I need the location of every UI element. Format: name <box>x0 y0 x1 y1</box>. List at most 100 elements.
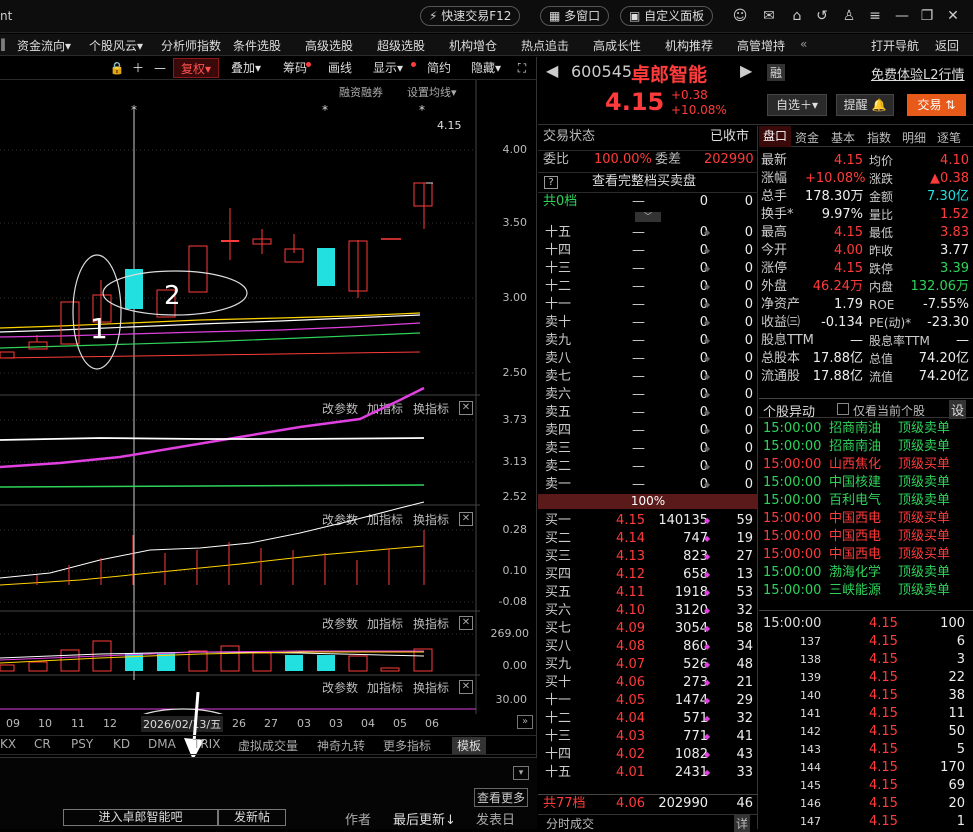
menu-more-icon[interactable]: « <box>800 37 807 51</box>
tab-cr[interactable]: CR <box>34 737 51 751</box>
buy-level-row[interactable]: 十二 4.04 571 ◆ 32 <box>538 710 758 728</box>
scroll-right-icon[interactable]: » <box>517 715 533 729</box>
tab-handicap[interactable]: 盘口 <box>759 126 791 147</box>
new-post-button[interactable]: 发新帖 <box>218 809 286 826</box>
add-watchlist-button[interactable]: 自选＋▾ <box>767 94 827 116</box>
tab-index[interactable]: 指数 <box>867 129 891 146</box>
sell-level-row[interactable]: 卖五 —0 ◆ 0 <box>538 404 758 422</box>
fullscreen-icon[interactable]: ⛶ <box>513 58 531 78</box>
anomaly-row[interactable]: 15:00:00 招商南油 顶级卖单 <box>759 438 973 456</box>
event-star-icon[interactable]: * <box>322 103 328 117</box>
view-more-button[interactable]: 查看更多 <box>474 788 529 807</box>
prev-stock-icon[interactable]: ◀ <box>546 61 558 80</box>
buy-level-row[interactable]: 十四 4.02 1082 ◆ 43 <box>538 746 758 764</box>
sell-level-row[interactable]: 卖九 —0 ◆ 0 <box>538 332 758 350</box>
menu-item-analyst-index[interactable]: 分析师指数 <box>161 37 221 54</box>
tab-tick-by-tick[interactable]: 逐笔 <box>937 129 961 146</box>
sell-level-row[interactable]: 卖八 —0 ◆ 0 <box>538 350 758 368</box>
anomaly-row[interactable]: 15:00:00 招商南油 顶级卖单 <box>759 420 973 438</box>
expand-chevron-icon[interactable]: ﹀ <box>635 212 661 222</box>
menu-item-high-growth[interactable]: 高成长性 <box>593 37 641 54</box>
menu-item-super-select[interactable]: 超级选股 <box>377 37 425 54</box>
anomaly-row[interactable]: 15:00:00 渤海化学 顶级卖单 <box>759 564 973 582</box>
sell-level-row[interactable]: 十四 —0 ◆ 0 <box>538 242 758 260</box>
multi-window-button[interactable]: ▦ 多窗口 <box>540 6 610 26</box>
menu-item-hot-track[interactable]: 热点追击 <box>521 37 569 54</box>
author-column[interactable]: 作者 <box>345 809 371 828</box>
tab-detail[interactable]: 明细 <box>902 129 926 146</box>
anomaly-row[interactable]: 15:00:00 中国西电 顶级买单 <box>759 546 973 564</box>
home-icon[interactable]: ⌂ <box>788 7 806 25</box>
hide-button[interactable]: 隐藏▾ <box>466 58 506 78</box>
menu-item-fund-flow[interactable]: 资金流向▾ <box>17 37 71 54</box>
user-icon[interactable]: ☺ <box>731 7 749 25</box>
buy-level-row[interactable]: 买三 4.13 823 ◆ 27 <box>538 548 758 566</box>
menu-item-advanced-select[interactable]: 高级选股 <box>305 37 353 54</box>
sell-level-row[interactable]: 卖十 —0 ◆ 0 <box>538 314 758 332</box>
sell-level-row[interactable]: 卖一 —0 ◆ 0 <box>538 476 758 494</box>
latest-update-column[interactable]: 最后更新↓ <box>393 809 456 828</box>
menu-item-exec-increase[interactable]: 高管增持 <box>737 37 785 54</box>
display-button[interactable]: 显示▾ <box>367 58 409 78</box>
anomaly-title[interactable]: 个股异动 <box>763 401 815 420</box>
mail-icon[interactable]: ✉ <box>760 7 778 25</box>
menu-item-inst-recommend[interactable]: 机构推荐 <box>665 37 713 54</box>
sell-level-row[interactable]: 卖二 —0 ◆ 0 <box>538 458 758 476</box>
tab-funds[interactable]: 资金 <box>795 129 819 146</box>
close-icon[interactable]: ✕ <box>944 7 962 25</box>
buy-level-row[interactable]: 买六 4.10 3120 ◆ 32 <box>538 602 758 620</box>
anomaly-settings-button[interactable]: 设 <box>949 400 967 419</box>
minimize-icon[interactable]: — <box>893 7 911 25</box>
buy-level-row[interactable]: 十五 4.01 2431 ◆ 33 <box>538 764 758 782</box>
custom-panel-button[interactable]: ▣ 自定义面板 <box>620 6 714 26</box>
sell-level-row[interactable]: 卖七 —0 ◆ 0 <box>538 368 758 386</box>
sell-level-row[interactable]: 十五 —0 ◆ 0 <box>538 224 758 242</box>
sell-level-row[interactable]: 卖三 —0 ◆ 0 <box>538 440 758 458</box>
tab-virtual-volume[interactable]: 虚拟成交量 <box>238 737 298 754</box>
menu-item-condition-select[interactable]: 条件选股 <box>233 37 281 54</box>
collapse-icon[interactable]: ▾ <box>513 766 529 780</box>
buy-level-row[interactable]: 买十 4.06 273 ◆ 21 <box>538 674 758 692</box>
sell-level-row[interactable]: 卖六 —0 ◆ 0 <box>538 386 758 404</box>
buy-level-row[interactable]: 买九 4.07 526 ◆ 48 <box>538 656 758 674</box>
chips-button[interactable]: 筹码 <box>277 58 313 78</box>
only-current-checkbox[interactable] <box>837 403 849 415</box>
lock-icon[interactable]: 🔒 <box>108 58 126 78</box>
buy-level-row[interactable]: 十三 4.03 771 ◆ 41 <box>538 728 758 746</box>
full-depth-link[interactable]: 查看完整档买卖盘 <box>592 173 696 191</box>
event-star-icon[interactable]: * <box>419 103 425 117</box>
buy-level-row[interactable]: 买四 4.12 658 ◆ 13 <box>538 566 758 584</box>
help-icon[interactable]: ? <box>544 176 558 189</box>
sell-level-row[interactable]: 卖四 —0 ◆ 0 <box>538 422 758 440</box>
buy-level-row[interactable]: 买七 4.09 3054 ◆ 58 <box>538 620 758 638</box>
tab-basic[interactable]: 基本 <box>831 129 855 146</box>
draw-line-button[interactable]: 画线 <box>324 58 356 78</box>
buy-level-row[interactable]: 买八 4.08 860 ◆ 34 <box>538 638 758 656</box>
tab-kd[interactable]: KD <box>113 737 130 751</box>
anomaly-row[interactable]: 15:00:00 三峡能源 顶级卖单 <box>759 582 973 600</box>
tab-template[interactable]: 模板 <box>452 737 487 754</box>
simple-button[interactable]: 简约 <box>423 58 455 78</box>
tab-more-indicators[interactable]: 更多指标 <box>383 737 431 754</box>
remind-button[interactable]: 提醒 🔔 <box>836 94 894 116</box>
overlay-button[interactable]: 叠加▾ <box>225 58 267 78</box>
trade-button[interactable]: 交易 ⇅ <box>907 94 966 116</box>
zoom-out-icon[interactable]: — <box>152 58 168 78</box>
buy-level-row[interactable]: 买五 4.11 1918 ◆ 53 <box>538 584 758 602</box>
anomaly-row[interactable]: 15:00:00 中国西电 顶级买单 <box>759 510 973 528</box>
enter-forum-button[interactable]: 进入卓郎智能吧 <box>63 809 218 826</box>
menu-item-stock-risk[interactable]: 个股风云▾ <box>89 37 143 54</box>
anomaly-row[interactable]: 15:00:00 山西焦化 顶级买单 <box>759 456 973 474</box>
event-star-icon[interactable]: * <box>131 103 137 117</box>
post-date-column[interactable]: 发表日 <box>476 809 515 828</box>
tab-magic-nine[interactable]: 神奇九转 <box>317 737 365 754</box>
next-stock-icon[interactable]: ▶ <box>740 61 752 80</box>
sell-level-row[interactable]: 十三 —0 ◆ 0 <box>538 260 758 278</box>
zoom-in-icon[interactable]: ＋ <box>130 58 146 78</box>
tab-psy[interactable]: PSY <box>71 737 93 751</box>
full-depth-row[interactable]: ? 查看完整档买卖盘 <box>538 172 758 190</box>
open-navigation[interactable]: 打开导航 <box>871 37 919 54</box>
anomaly-row[interactable]: 15:00:00 中国西电 顶级买单 <box>759 528 973 546</box>
quick-trade-button[interactable]: ⚡ 快速交易F12 <box>420 6 521 26</box>
menu-icon[interactable]: ≡ <box>866 7 884 25</box>
